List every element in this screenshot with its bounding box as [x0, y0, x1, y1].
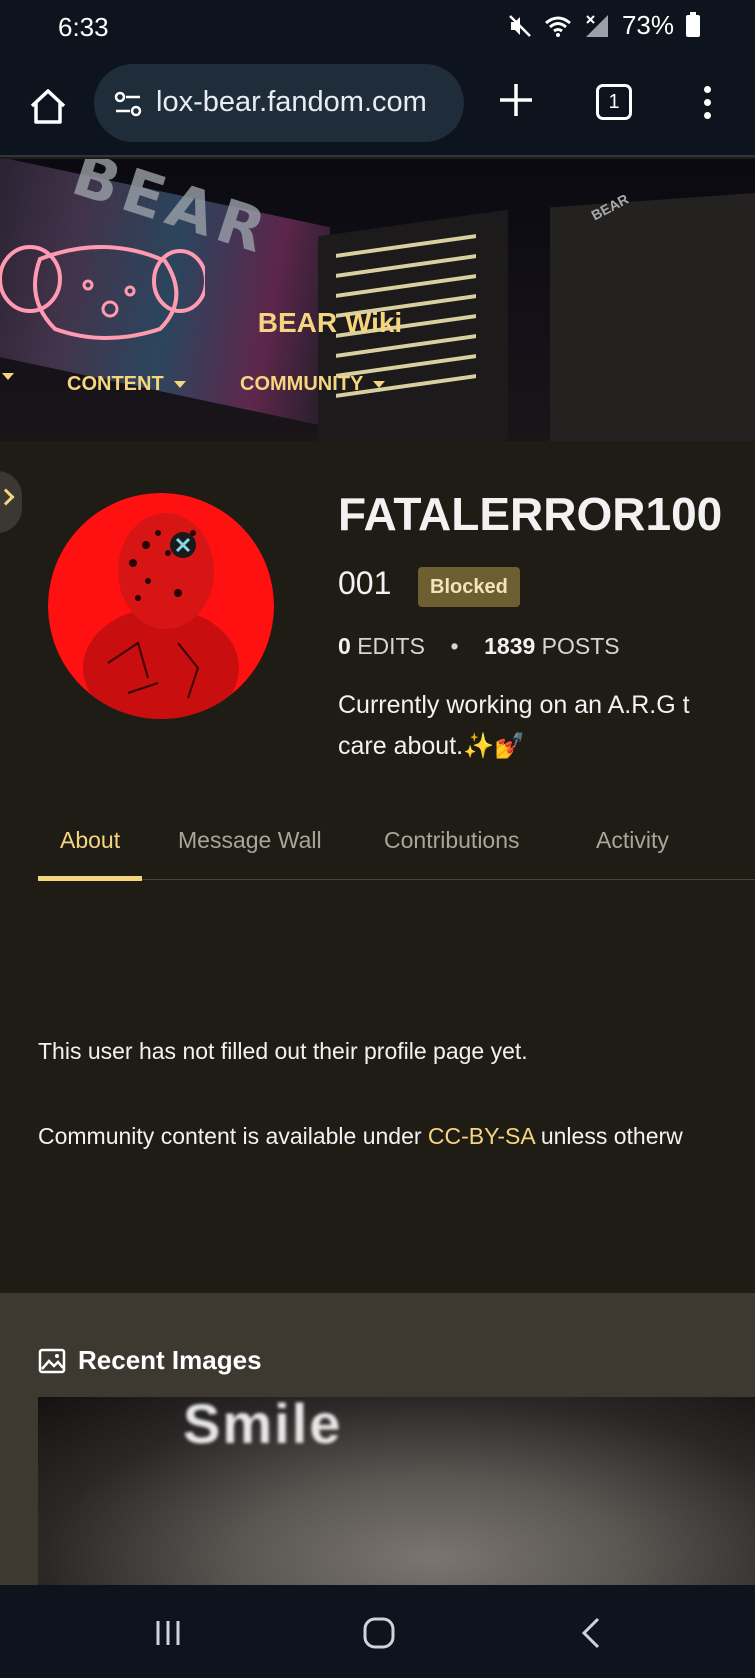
nav-item-explore[interactable] — [0, 373, 14, 380]
tab-message-wall[interactable]: Message Wall — [178, 816, 322, 880]
license-notice: Community content is available under CC-… — [38, 1123, 683, 1150]
avatar-image — [48, 493, 274, 719]
profile-bio: Currently working on an A.R.G t care abo… — [338, 685, 755, 767]
profile-tabs: About Message Wall Contributions Activit… — [37, 816, 755, 881]
license-link[interactable]: CC-BY-SA — [428, 1123, 535, 1149]
thumbnail-caption: Smile — [183, 1397, 343, 1455]
profile-username-suffix: 001 — [338, 565, 392, 601]
sidebar-toggle-button[interactable] — [0, 471, 22, 533]
profile-stats: 0 EDITS • 1839 POSTS — [338, 633, 620, 660]
wiki-header-banner: BEAR BEAR BEAR Wiki CONTENT COMMUNITY — [0, 159, 755, 441]
new-tab-icon[interactable] — [494, 78, 538, 122]
nav-item-label: COMMUNITY — [240, 373, 364, 395]
site-settings-icon[interactable] — [112, 88, 144, 120]
chevron-down-icon — [2, 373, 14, 380]
recent-images-title: Recent Images — [78, 1345, 262, 1375]
nav-item-label: CONTENT — [67, 373, 164, 395]
tab-switcher-button[interactable]: 1 — [596, 84, 632, 120]
status-icons: 73% — [508, 10, 700, 41]
signal-icon — [585, 14, 608, 37]
home-nav-icon[interactable] — [359, 1613, 399, 1653]
more-menu-icon[interactable] — [695, 82, 719, 126]
nav-item-community[interactable]: COMMUNITY — [240, 373, 386, 396]
wiki-title[interactable]: BEAR Wiki — [0, 307, 660, 339]
posts-label: POSTS — [541, 633, 620, 659]
recent-images-section: Recent Images Smile — [0, 1293, 755, 1587]
user-profile: FATALERROR100 001 Blocked 0 EDITS • 1839… — [0, 441, 755, 1291]
status-badge: Blocked — [418, 567, 520, 607]
license-suffix: unless otherw — [534, 1123, 683, 1149]
profile-empty-message: This user has not filled out their profi… — [38, 1038, 528, 1064]
battery-icon — [686, 11, 700, 37]
chevron-right-icon — [0, 488, 15, 506]
status-time: 6:33 — [58, 12, 109, 42]
status-bar: 6:33 73% — [0, 0, 755, 56]
profile-username: FATALERROR100 — [338, 488, 723, 540]
recent-image-thumbnail[interactable]: Smile — [38, 1397, 755, 1587]
home-icon[interactable] — [26, 84, 70, 128]
tab-about[interactable]: About — [37, 816, 143, 881]
tab-activity[interactable]: Activity — [596, 816, 669, 880]
back-icon[interactable] — [572, 1613, 612, 1653]
nav-item-content[interactable]: CONTENT — [67, 373, 186, 396]
avatar[interactable] — [48, 493, 274, 719]
bio-line: care about.✨💅 — [338, 732, 526, 760]
browser-toolbar: lox-bear.fandom.com 1 — [0, 56, 755, 157]
wifi-icon — [544, 16, 571, 37]
chevron-down-icon — [373, 381, 386, 388]
system-navigation-bar — [0, 1585, 755, 1678]
edits-count: 0 — [338, 633, 351, 659]
recent-images-header: Recent Images — [38, 1345, 262, 1376]
battery-percent: 73% — [621, 10, 674, 40]
recent-apps-icon[interactable] — [148, 1613, 188, 1653]
chevron-down-icon — [173, 381, 186, 388]
posts-count: 1839 — [484, 633, 536, 659]
mute-icon — [509, 14, 531, 37]
address-bar[interactable]: lox-bear.fandom.com — [94, 64, 464, 142]
url-text[interactable]: lox-bear.fandom.com — [156, 86, 427, 119]
tab-contributions[interactable]: Contributions — [384, 816, 520, 880]
bio-line: Currently working on an A.R.G t — [338, 691, 690, 719]
wiki-nav: CONTENT COMMUNITY — [0, 373, 755, 409]
license-prefix: Community content is available under — [38, 1123, 428, 1149]
stats-separator: • — [450, 633, 459, 659]
edits-label: EDITS — [357, 633, 425, 659]
image-icon — [38, 1348, 66, 1373]
